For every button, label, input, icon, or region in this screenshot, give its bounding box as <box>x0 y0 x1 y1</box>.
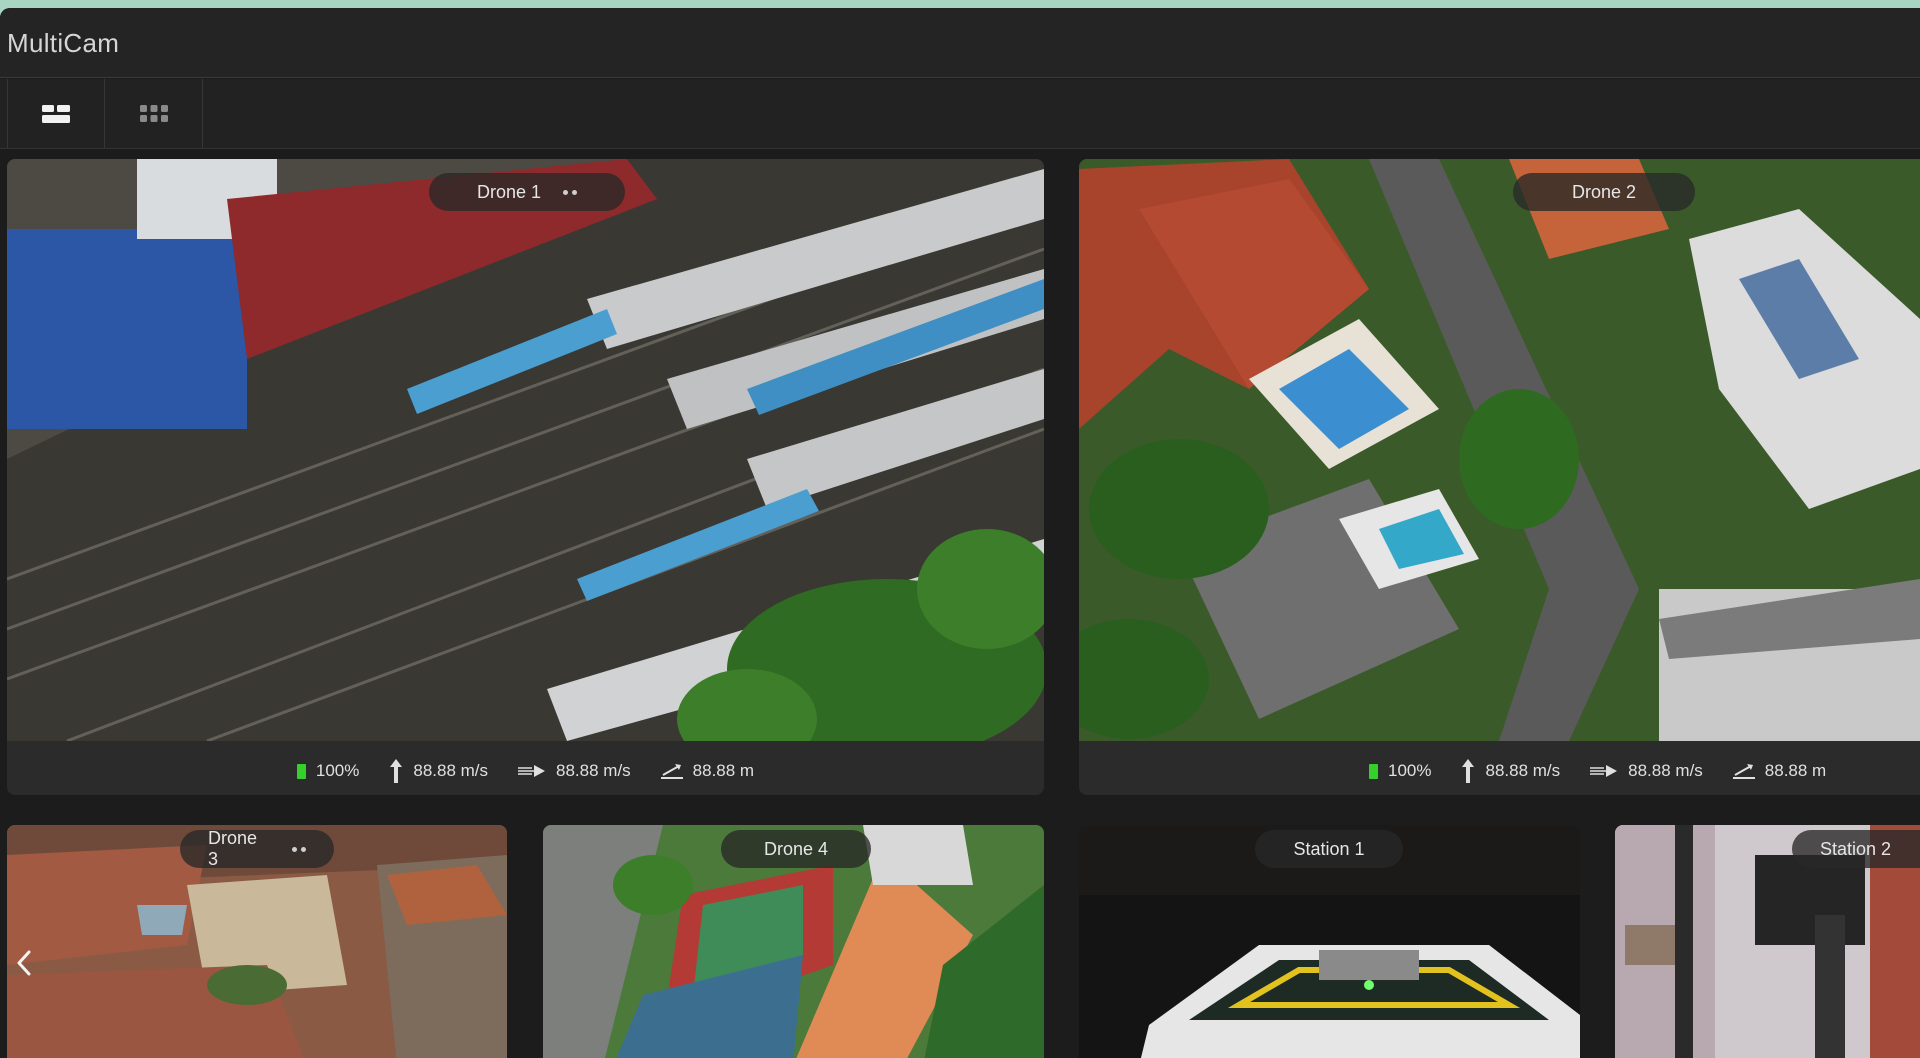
feed-label-pill[interactable]: Drone 4 <box>721 830 871 868</box>
altitude-readout: 88.88 m <box>1732 761 1827 781</box>
feed-tile-station-2[interactable]: Station 2 <box>1615 825 1920 1058</box>
layout-small-grid-icon <box>139 104 168 122</box>
battery-readout: 100% <box>296 761 360 781</box>
feed-tile-drone-3[interactable]: Drone 3 <box>7 825 507 1058</box>
previous-page-button[interactable] <box>8 943 40 983</box>
feed-name: Drone 4 <box>763 838 829 859</box>
altitude-value: 88.88 m <box>1764 761 1827 780</box>
altitude-readout: 88.88 m <box>660 761 755 781</box>
layout-small-button[interactable] <box>105 79 203 148</box>
feed-label-pill[interactable]: Drone 3 <box>180 828 334 869</box>
horizontal-speed-readout: 88.88 m/s <box>1590 761 1703 781</box>
feed-tile-drone-4[interactable]: Drone 4 <box>543 825 1044 1058</box>
feed-status-dots-icon <box>292 846 306 852</box>
feed-name: Drone 2 <box>1571 181 1637 202</box>
feed-tile-station-1[interactable]: Station 1 <box>1079 825 1580 1058</box>
title-bar: MultiCam <box>0 8 1920 78</box>
battery-readout: 100% <box>1369 761 1431 781</box>
vertical-speed-icon <box>1462 759 1475 783</box>
feed-status-dots-icon <box>563 189 578 195</box>
drone-1-video-feed <box>7 159 1044 741</box>
horizontal-speed-value: 88.88 m/s <box>556 761 631 780</box>
battery-value: 100% <box>1388 761 1432 780</box>
feed-name: Station 2 <box>1820 838 1892 859</box>
toolbar <box>0 79 1920 149</box>
vertical-speed-readout: 88.88 m/s <box>389 759 488 783</box>
battery-icon <box>296 763 306 779</box>
feed-name: Station 1 <box>1293 838 1365 859</box>
feed-label-pill[interactable]: Station 2 <box>1792 830 1920 868</box>
horizontal-speed-value: 88.88 m/s <box>1628 761 1703 780</box>
vertical-speed-value: 88.88 m/s <box>413 761 489 780</box>
vertical-speed-readout: 88.88 m/s <box>1461 759 1560 783</box>
feed-tile-drone-1[interactable]: Drone 1 100% 88.88 m/s 88.88 m/s 88.88 m <box>7 159 1044 795</box>
layout-large-grid-icon <box>42 104 70 123</box>
altitude-icon <box>1732 764 1755 779</box>
altitude-value: 88.88 m <box>692 761 755 780</box>
chevron-left-icon <box>17 950 31 976</box>
horizontal-speed-icon <box>518 765 546 777</box>
feed-label-pill[interactable]: Drone 1 <box>429 173 625 211</box>
drone-2-video-feed <box>1079 159 1920 741</box>
feed-tile-drone-2[interactable]: Drone 2 100% 88.88 m/s 88.88 m/s 88.88 m <box>1079 159 1920 795</box>
telemetry-bar: 100% 88.88 m/s 88.88 m/s 88.88 m <box>7 748 1044 794</box>
horizontal-speed-readout: 88.88 m/s <box>518 761 631 781</box>
feed-name: Drone 1 <box>476 181 542 202</box>
app-window: MultiCam Drone 1 100% 88.88 m/s 88.88 m/… <box>0 8 1920 1058</box>
app-title: MultiCam <box>7 28 120 58</box>
battery-value: 100% <box>315 761 360 780</box>
feed-label-pill[interactable]: Station 1 <box>1255 830 1403 868</box>
horizontal-speed-icon <box>1590 765 1618 777</box>
vertical-speed-icon <box>390 759 403 783</box>
layout-large-button[interactable] <box>7 79 105 148</box>
feed-name: Drone 3 <box>208 828 258 869</box>
altitude-icon <box>660 764 683 779</box>
telemetry-bar: 100% 88.88 m/s 88.88 m/s 88.88 m <box>1079 748 1920 794</box>
battery-icon <box>1369 763 1378 779</box>
vertical-speed-value: 88.88 m/s <box>1485 761 1561 780</box>
feed-label-pill[interactable]: Drone 2 <box>1513 173 1695 211</box>
